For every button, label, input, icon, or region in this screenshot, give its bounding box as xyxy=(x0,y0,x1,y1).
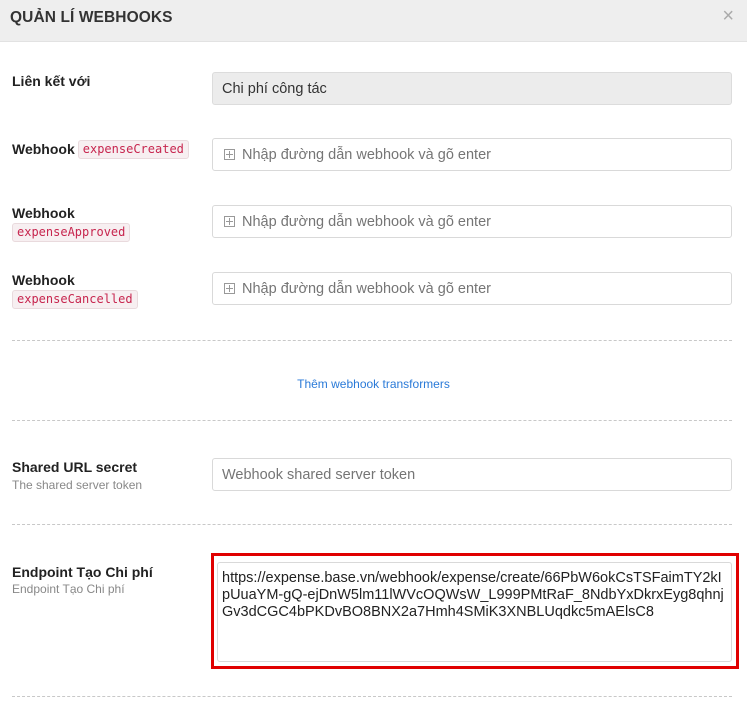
section-divider xyxy=(12,340,732,341)
modal-title: QUẢN LÍ WEBHOOKS xyxy=(10,9,173,26)
section-divider xyxy=(12,420,732,421)
webhook-cancelled-label: Webhook xyxy=(12,272,75,288)
linked-with-field: Chi phí công tác xyxy=(212,72,732,105)
webhook-cancelled-placeholder: Nhập đường dẫn webhook và gõ enter xyxy=(242,280,491,297)
webhook-created-label: Webhook expenseCreated xyxy=(12,140,189,159)
close-icon[interactable]: × xyxy=(722,6,734,26)
shared-secret-label: Shared URL secret xyxy=(12,459,138,475)
webhook-approved-placeholder: Nhập đường dẫn webhook và gõ enter xyxy=(242,213,491,230)
shared-secret-input[interactable]: Webhook shared server token xyxy=(212,458,732,491)
plus-square-icon xyxy=(224,149,235,160)
webhook-created-placeholder: Nhập đường dẫn webhook và gõ enter xyxy=(242,146,491,163)
webhook-created-input[interactable]: Nhập đường dẫn webhook và gõ enter xyxy=(212,138,732,171)
endpoint-label: Endpoint Tạo Chi phí xyxy=(12,564,153,580)
event-code-expense-created: expenseCreated xyxy=(77,140,189,159)
section-divider xyxy=(12,524,732,525)
shared-secret-hint: The shared server token xyxy=(12,478,143,492)
linked-with-label: Liên kết với xyxy=(12,73,91,89)
add-webhook-transformers-link[interactable]: Thêm webhook transformers xyxy=(0,377,747,391)
linked-with-value: Chi phí công tác xyxy=(222,80,327,97)
endpoint-url-field[interactable]: https://expense.base.vn/webhook/expense/… xyxy=(217,562,732,662)
webhook-approved-label: Webhook xyxy=(12,205,75,221)
event-code-expense-approved: expenseApproved xyxy=(12,223,131,242)
shared-secret-placeholder: Webhook shared server token xyxy=(222,466,416,483)
modal-header: QUẢN LÍ WEBHOOKS × xyxy=(0,0,747,42)
plus-square-icon xyxy=(224,283,235,294)
webhook-label-text: Webhook xyxy=(12,141,75,157)
plus-square-icon xyxy=(224,216,235,227)
webhook-cancelled-input[interactable]: Nhập đường dẫn webhook và gõ enter xyxy=(212,272,732,305)
endpoint-hint: Endpoint Tạo Chi phí xyxy=(12,582,125,596)
webhook-approved-input[interactable]: Nhập đường dẫn webhook và gõ enter xyxy=(212,205,732,238)
event-code-expense-cancelled: expenseCancelled xyxy=(12,290,138,309)
section-divider xyxy=(12,696,732,697)
